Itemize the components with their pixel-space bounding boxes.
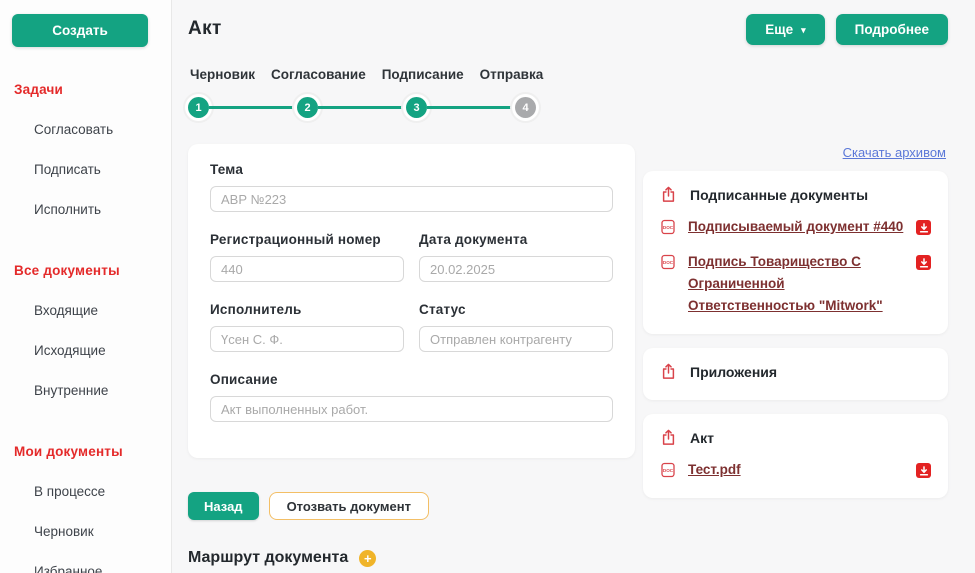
create-button[interactable]: Создать — [12, 14, 148, 47]
chevron-down-icon: ▾ — [801, 25, 806, 36]
document-stepper: Черновик Согласование Подписание Отправк… — [188, 67, 948, 118]
signature-doc-link[interactable]: Подпись Товарищество С Ограниченной Отве… — [688, 251, 905, 317]
signed-documents-card: Подписанные документы DOC Подписываемый … — [643, 171, 948, 334]
back-button[interactable]: Назад — [188, 492, 259, 520]
sidebar-item-execute[interactable]: Исполнить — [34, 202, 159, 217]
upload-icon — [660, 363, 677, 380]
main-content: Акт Еще ▾ Подробнее Черновик Согласовани… — [172, 0, 975, 573]
upload-icon — [660, 186, 677, 203]
status-label: Статус — [419, 302, 613, 317]
step-connector — [209, 106, 297, 109]
step-connector — [427, 106, 515, 109]
download-icon[interactable] — [916, 255, 931, 270]
act-file-link[interactable]: Тест.pdf — [688, 459, 905, 481]
svg-text:DOC: DOC — [663, 260, 674, 265]
attachments-card: Приложения — [643, 348, 948, 400]
step-circle-1[interactable]: 1 — [188, 97, 209, 118]
act-card: Акт DOC Тест.pdf — [643, 414, 948, 498]
reg-number-label: Регистрационный номер — [210, 232, 404, 247]
svg-text:DOC: DOC — [663, 225, 674, 230]
description-input[interactable] — [210, 396, 613, 422]
status-input[interactable] — [419, 326, 613, 352]
theme-input[interactable] — [210, 186, 613, 212]
step-connector — [318, 106, 406, 109]
signed-doc-row: DOC Подпись Товарищество С Ограниченной … — [660, 251, 931, 317]
sidebar-section-tasks: Задачи — [14, 82, 159, 97]
download-icon[interactable] — [916, 463, 931, 478]
signed-doc-row: DOC Подписываемый документ #440 — [660, 216, 931, 238]
reg-number-input[interactable] — [210, 256, 404, 282]
theme-label: Тема — [210, 162, 613, 177]
sidebar-section-all-docs: Все документы — [14, 263, 159, 278]
step-circle-4[interactable]: 4 — [515, 97, 536, 118]
add-route-icon[interactable]: + — [359, 550, 376, 567]
step-label-sending: Отправка — [480, 67, 544, 82]
more-button[interactable]: Еще ▾ — [746, 14, 824, 45]
sidebar-item-internal[interactable]: Внутренние — [34, 383, 159, 398]
signed-documents-title: Подписанные документы — [690, 187, 868, 203]
details-button[interactable]: Подробнее — [836, 14, 948, 45]
doc-date-input[interactable] — [419, 256, 613, 282]
upload-icon — [660, 429, 677, 446]
doc-file-icon: DOC — [660, 254, 677, 271]
sidebar: Создать Задачи Согласовать Подписать Исп… — [0, 0, 172, 573]
svg-text:DOC: DOC — [663, 468, 674, 473]
step-label-approval: Согласование — [271, 67, 366, 82]
document-route-title: Маршрут документа — [188, 549, 348, 567]
description-label: Описание — [210, 372, 613, 387]
sidebar-item-in-progress[interactable]: В процессе — [34, 484, 159, 499]
document-form-card: Тема Регистрационный номер Дата документ… — [188, 144, 635, 458]
sidebar-item-draft[interactable]: Черновик — [34, 524, 159, 539]
doc-date-label: Дата документа — [419, 232, 613, 247]
sidebar-item-outgoing[interactable]: Исходящие — [34, 343, 159, 358]
app-window: Создать Задачи Согласовать Подписать Исп… — [0, 0, 975, 573]
sidebar-section-my-docs: Мои документы — [14, 444, 159, 459]
download-icon[interactable] — [916, 220, 931, 235]
act-card-title: Акт — [690, 430, 714, 446]
doc-file-icon: DOC — [660, 219, 677, 236]
executor-label: Исполнитель — [210, 302, 404, 317]
step-circle-3[interactable]: 3 — [406, 97, 427, 118]
step-label-draft: Черновик — [190, 67, 255, 82]
more-button-label: Еще — [765, 22, 793, 37]
doc-file-icon: DOC — [660, 462, 677, 479]
sidebar-item-incoming[interactable]: Входящие — [34, 303, 159, 318]
revoke-document-button[interactable]: Отозвать документ — [269, 492, 429, 520]
sidebar-item-sign[interactable]: Подписать — [34, 162, 159, 177]
page-header: Акт Еще ▾ Подробнее — [188, 14, 948, 45]
download-archive-link[interactable]: Скачать архивом — [843, 145, 946, 160]
signed-doc-link[interactable]: Подписываемый документ #440 — [688, 216, 905, 238]
executor-input[interactable] — [210, 326, 404, 352]
step-label-signing: Подписание — [382, 67, 464, 82]
step-circle-2[interactable]: 2 — [297, 97, 318, 118]
sidebar-item-favorites[interactable]: Избранное — [34, 564, 159, 573]
act-doc-row: DOC Тест.pdf — [660, 459, 931, 481]
attachments-title: Приложения — [690, 364, 777, 380]
sidebar-item-approve[interactable]: Согласовать — [34, 122, 159, 137]
page-title: Акт — [188, 18, 222, 40]
